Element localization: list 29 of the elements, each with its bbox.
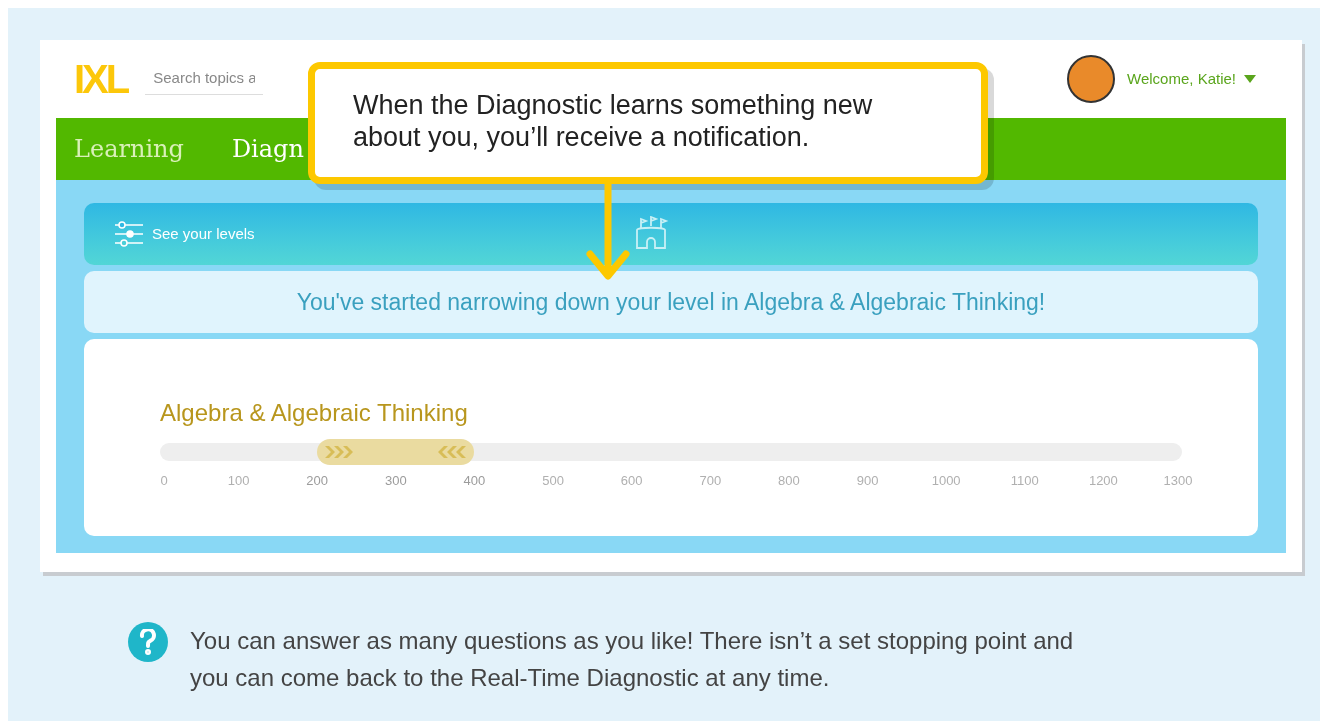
tick-label: 0 xyxy=(160,472,168,490)
welcome-menu[interactable]: Welcome, Katie! xyxy=(1127,67,1256,91)
callout-text: When the Diagnostic learns something new about you, you’ll receive a notification. xyxy=(353,89,874,153)
tick-label: 800 xyxy=(778,472,800,490)
tick-label: 600 xyxy=(620,472,643,490)
help-icon xyxy=(128,622,168,662)
tick-label: 400 xyxy=(463,472,486,490)
tick-label: 1300 xyxy=(1163,472,1193,490)
nav-tab[interactable]: Learning xyxy=(74,131,184,167)
tip-text: You can answer as many questions as you like! There isn’t a set stopping point and you can come back to the Real-Time Diagnostic at any time. xyxy=(190,626,1075,693)
logo[interactable]: IXL xyxy=(74,59,128,99)
sliders-icon xyxy=(114,221,144,247)
tick-label: 500 xyxy=(542,472,564,490)
tick-label: 1200 xyxy=(1088,472,1118,490)
subject-title: Algebra & Algebraic Thinking xyxy=(160,398,469,428)
tick-label: 1000 xyxy=(931,472,961,490)
tick-label: 700 xyxy=(699,472,722,490)
chevrons-icon xyxy=(438,446,467,458)
tick-label: 1100 xyxy=(1010,472,1039,490)
chevrons-icon xyxy=(325,446,354,458)
caret-icon xyxy=(1244,75,1256,83)
tick-label: 200 xyxy=(306,472,329,490)
tick-label: 100 xyxy=(227,472,250,490)
avatar xyxy=(1067,55,1116,103)
see-levels-link[interactable]: See your levels xyxy=(152,222,255,246)
notification-text: You've started narrowing down your level in Algebra & Algebraic Thinking! xyxy=(296,287,1046,317)
tick-label: 300 xyxy=(385,472,407,490)
nav-tab[interactable]: Diagn xyxy=(231,131,304,167)
tick-label: 900 xyxy=(856,472,879,490)
